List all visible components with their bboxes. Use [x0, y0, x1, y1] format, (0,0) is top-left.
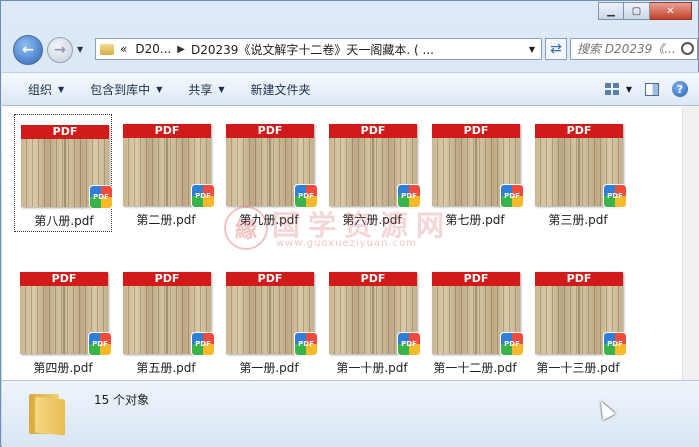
- search-input[interactable]: [571, 39, 685, 59]
- file-name-label: 第九册.pdf: [239, 213, 299, 227]
- pdf-app-icon: PDF: [397, 332, 421, 356]
- pdf-app-icon: PDF: [89, 185, 113, 209]
- back-button[interactable]: ←: [13, 35, 43, 65]
- minimize-button[interactable]: ▁: [598, 2, 624, 20]
- organize-button[interactable]: 组织 ▼: [2, 81, 77, 98]
- search-box[interactable]: [570, 38, 698, 60]
- file-item[interactable]: PDF PDF 第二册.pdf: [117, 114, 215, 232]
- file-name-label: 第八册.pdf: [34, 214, 94, 228]
- file-item[interactable]: PDF PDF 第九册.pdf: [220, 114, 318, 232]
- vertical-scrollbar[interactable]: [682, 106, 699, 380]
- address-bar[interactable]: « D20... ▶ D20239《说文解字十二卷》天一阁藏本. ( ... ▼: [95, 38, 542, 60]
- breadcrumb-item-1[interactable]: D20...: [135, 42, 171, 56]
- file-list-pane[interactable]: PDF PDF 第八册.pdf PDF PDF 第二册.pdf PDF PDF 第九册.pdf P…: [2, 106, 699, 380]
- folder-icon: [29, 390, 67, 436]
- include-in-library-button[interactable]: 包含到库中 ▼: [77, 81, 175, 98]
- pdf-app-icon: PDF: [603, 332, 627, 356]
- forward-arrow-icon: →: [54, 42, 66, 58]
- pdf-app-icon: PDF: [191, 332, 215, 356]
- pdf-app-icon: PDF: [294, 332, 318, 356]
- forward-button[interactable]: →: [47, 37, 73, 63]
- view-dropdown-icon[interactable]: ▼: [623, 79, 635, 99]
- pdf-app-icon: PDF: [88, 332, 112, 356]
- close-button[interactable]: ✕: [650, 2, 692, 20]
- file-name-label: 第一十三册.pdf: [536, 361, 620, 375]
- share-label: 共享: [188, 82, 213, 97]
- file-item[interactable]: PDF PDF 第一十册.pdf: [323, 262, 421, 380]
- file-name-label: 第一十二册.pdf: [433, 361, 517, 375]
- help-button[interactable]: ?: [669, 79, 691, 99]
- pdf-header-label: PDF: [329, 272, 417, 286]
- pdf-header-label: PDF: [21, 125, 109, 139]
- pdf-app-icon: PDF: [397, 184, 421, 208]
- pdf-header-label: PDF: [432, 124, 520, 138]
- file-item[interactable]: PDF PDF 第七册.pdf: [426, 114, 524, 232]
- pdf-header-label: PDF: [535, 272, 623, 286]
- breadcrumb-item-2[interactable]: D20239《说文解字十二卷》天一阁藏本. ( ...: [191, 41, 434, 58]
- pdf-header-label: PDF: [123, 272, 211, 286]
- view-grid-icon: [605, 83, 619, 95]
- explorer-window: ▁ ▢ ✕ ← → ▼ « D20... ▶ D20239《说文解字十二卷》天一…: [0, 0, 699, 447]
- recent-pages-dropdown[interactable]: ▼: [77, 45, 83, 54]
- refresh-icon: ⇄: [550, 41, 562, 57]
- pdf-header-label: PDF: [123, 124, 211, 138]
- refresh-button[interactable]: ⇄: [545, 38, 567, 60]
- file-name-label: 第一十册.pdf: [336, 361, 408, 375]
- pdf-app-icon: PDF: [500, 332, 524, 356]
- pdf-app-icon: PDF: [191, 184, 215, 208]
- pdf-header-label: PDF: [226, 124, 314, 138]
- file-item[interactable]: PDF PDF 第八册.pdf: [14, 114, 113, 232]
- details-pane: 15 个对象: [2, 380, 699, 447]
- file-item[interactable]: PDF PDF 第一十三册.pdf: [529, 262, 627, 380]
- new-folder-label: 新建文件夹: [250, 82, 311, 97]
- pdf-header-label: PDF: [329, 124, 417, 138]
- preview-pane-icon: [645, 82, 659, 96]
- folder-icon: [100, 43, 114, 55]
- file-name-label: 第二册.pdf: [136, 213, 196, 227]
- file-name-label: 第六册.pdf: [342, 213, 402, 227]
- pdf-header-label: PDF: [535, 124, 623, 138]
- file-name-label: 第三册.pdf: [548, 213, 608, 227]
- file-name-label: 第五册.pdf: [136, 361, 196, 375]
- watermark-url: www.guoxueziyuan.com: [276, 238, 417, 249]
- file-item[interactable]: PDF PDF 第三册.pdf: [529, 114, 627, 232]
- chevron-down-icon: ▼: [58, 84, 65, 94]
- back-arrow-icon: ←: [22, 42, 34, 58]
- chevron-down-icon: ▼: [218, 84, 225, 94]
- new-folder-button[interactable]: 新建文件夹: [238, 81, 324, 98]
- caption-buttons: ▁ ▢ ✕: [598, 2, 692, 20]
- breadcrumb-prefix[interactable]: «: [120, 42, 127, 56]
- change-view-button[interactable]: [601, 79, 623, 99]
- pdf-app-icon: PDF: [500, 184, 524, 208]
- file-item[interactable]: PDF PDF 第五册.pdf: [117, 262, 215, 380]
- command-bar: 组织 ▼ 包含到库中 ▼ 共享 ▼ 新建文件夹 ▼ ?: [2, 72, 699, 106]
- chevron-down-icon: ▼: [156, 84, 163, 94]
- file-item[interactable]: PDF PDF 第六册.pdf: [323, 114, 421, 232]
- maximize-button[interactable]: ▢: [624, 2, 650, 20]
- address-dropdown-icon[interactable]: ▼: [523, 39, 541, 59]
- organize-label: 组织: [28, 82, 53, 97]
- include-library-label: 包含到库中: [90, 82, 151, 97]
- help-icon: ?: [672, 81, 688, 97]
- item-count: 15 个对象: [94, 393, 150, 407]
- pdf-app-icon: PDF: [294, 184, 318, 208]
- file-name-label: 第一册.pdf: [239, 361, 299, 375]
- file-item[interactable]: PDF PDF 第四册.pdf: [14, 262, 112, 380]
- pdf-header-label: PDF: [226, 272, 314, 286]
- search-icon: [681, 42, 694, 55]
- pdf-header-label: PDF: [432, 272, 520, 286]
- pdf-app-icon: PDF: [603, 184, 627, 208]
- file-item[interactable]: PDF PDF 第一册.pdf: [220, 262, 318, 380]
- pdf-header-label: PDF: [20, 272, 108, 286]
- preview-pane-button[interactable]: [641, 79, 663, 99]
- share-button[interactable]: 共享 ▼: [175, 81, 237, 98]
- file-name-label: 第七册.pdf: [445, 213, 505, 227]
- breadcrumb-separator-icon[interactable]: ▶: [177, 44, 185, 55]
- view-controls: ▼ ?: [595, 79, 691, 99]
- file-item[interactable]: PDF PDF 第一十二册.pdf: [426, 262, 524, 380]
- address-row: ← → ▼ « D20... ▶ D20239《说文解字十二卷》天一阁藏本. (…: [9, 34, 698, 68]
- file-name-label: 第四册.pdf: [33, 361, 93, 375]
